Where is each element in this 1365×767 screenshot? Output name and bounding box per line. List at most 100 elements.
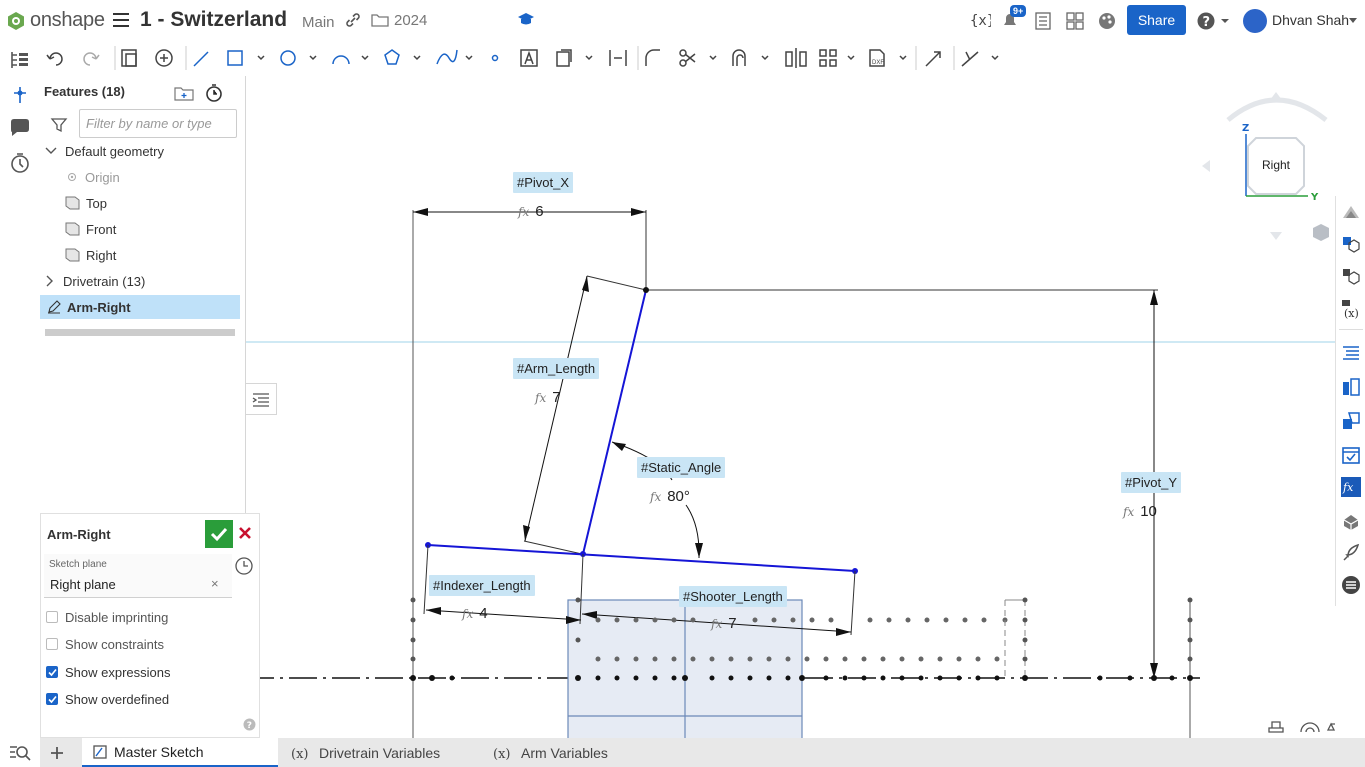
tasks-calendar-icon[interactable] bbox=[1340, 444, 1362, 466]
feature-list-icon[interactable] bbox=[8, 48, 32, 72]
learning-center-icon[interactable] bbox=[517, 11, 535, 27]
tree-item-default-geometry[interactable]: Default geometry bbox=[40, 139, 240, 163]
user-menu-chevron-icon[interactable] bbox=[1348, 17, 1358, 25]
avatar[interactable] bbox=[1243, 9, 1267, 33]
tree-item-drivetrain-folder[interactable]: Drivetrain (13) bbox=[40, 269, 240, 293]
option-show-overdefined[interactable]: Show overdefined bbox=[46, 690, 169, 708]
tree-item-arm-right[interactable]: Arm-Right bbox=[40, 295, 240, 319]
insert-part-icon[interactable] bbox=[8, 83, 32, 107]
branch-name[interactable]: Main bbox=[302, 14, 335, 31]
dim-indexer-length-value[interactable]: fx 4 bbox=[462, 605, 488, 622]
sketch-plane-field[interactable]: Sketch plane Right plane × bbox=[44, 554, 232, 598]
variable-table-icon[interactable]: (x) bbox=[1340, 298, 1362, 320]
simulation-icon[interactable] bbox=[1340, 542, 1362, 564]
text-tool-icon[interactable] bbox=[520, 49, 538, 67]
dim-pivot-y-value[interactable]: fx 10 bbox=[1123, 503, 1157, 520]
release-icon[interactable] bbox=[1340, 410, 1362, 432]
dim-pivot-y-label[interactable]: #Pivot_Y bbox=[1121, 472, 1182, 493]
history-icon[interactable] bbox=[8, 151, 32, 175]
tab-arm-variables[interactable]: (x) Arm Variables bbox=[483, 738, 681, 767]
midpoint-tool-icon[interactable] bbox=[609, 50, 627, 66]
variables-icon[interactable]: {x} bbox=[969, 11, 991, 29]
cancel-button[interactable] bbox=[237, 525, 253, 541]
comments-icon[interactable] bbox=[8, 116, 32, 140]
tab-drivetrain-variables[interactable]: (x) Drivetrain Variables bbox=[281, 738, 479, 767]
point-tool-icon[interactable] bbox=[491, 54, 499, 62]
transform-tool-icon[interactable] bbox=[925, 51, 941, 67]
fillet-tool-icon[interactable] bbox=[645, 49, 660, 66]
dim-shooter-length-value[interactable]: fx 7 bbox=[711, 615, 737, 632]
checkbox[interactable] bbox=[46, 611, 58, 623]
folder-icon[interactable] bbox=[371, 12, 389, 28]
parts-icon[interactable] bbox=[1340, 234, 1362, 256]
feature-scripts-icon[interactable] bbox=[1340, 574, 1362, 596]
add-tab-icon[interactable] bbox=[49, 745, 65, 761]
chevron-right-icon[interactable] bbox=[46, 275, 54, 287]
tree-item-front[interactable]: Front bbox=[40, 217, 240, 241]
folder-name[interactable]: 2024 bbox=[394, 12, 427, 29]
use-icon[interactable] bbox=[121, 49, 137, 67]
app-store-icon[interactable] bbox=[1065, 11, 1085, 31]
trim-tool-icon[interactable] bbox=[679, 49, 717, 67]
filter-input[interactable]: Filter by name or type bbox=[79, 109, 237, 138]
document-title[interactable]: 1 - Switzerland bbox=[140, 8, 287, 32]
offset-tool-icon[interactable] bbox=[732, 49, 769, 66]
view-normal-icon[interactable] bbox=[234, 556, 254, 576]
main-menu-icon[interactable] bbox=[113, 13, 129, 27]
mirror-tool-icon[interactable] bbox=[785, 48, 807, 68]
feature-list-scrollbar[interactable] bbox=[45, 329, 235, 336]
rollback-timer-icon[interactable] bbox=[205, 84, 223, 102]
share-button[interactable]: Share bbox=[1127, 5, 1186, 35]
checkbox-checked[interactable] bbox=[46, 666, 58, 678]
dim-arm-length-value[interactable]: fx 7 bbox=[535, 389, 561, 406]
dim-arm-length-label[interactable]: #Arm_Length bbox=[513, 358, 600, 379]
onshape-logo[interactable]: onshape bbox=[6, 9, 105, 32]
render-studio-icon[interactable] bbox=[1097, 11, 1117, 31]
appearance-icon[interactable] bbox=[1340, 202, 1362, 224]
collapse-panel-tab[interactable] bbox=[246, 383, 277, 415]
construction-tool-icon[interactable] bbox=[556, 49, 593, 67]
tab-master-sketch[interactable]: Master Sketch bbox=[82, 738, 278, 767]
checkbox[interactable] bbox=[46, 638, 58, 650]
dimension-tool-icon[interactable] bbox=[961, 51, 999, 67]
line-tool-icon[interactable] bbox=[193, 51, 209, 67]
add-folder-icon[interactable] bbox=[174, 85, 194, 101]
instances-icon[interactable] bbox=[1340, 266, 1362, 288]
help-icon[interactable]: ? bbox=[243, 718, 256, 731]
dim-pivot-x-value[interactable]: fx 6 bbox=[518, 203, 544, 220]
view-tools-icons[interactable] bbox=[1267, 716, 1335, 736]
view-options-icon[interactable] bbox=[1313, 224, 1329, 241]
tree-item-origin[interactable]: Origin bbox=[40, 165, 240, 189]
bom-icon[interactable] bbox=[1340, 376, 1362, 398]
chevron-down-icon[interactable] bbox=[45, 147, 57, 155]
dim-shooter-length-label[interactable]: #Shooter_Length bbox=[679, 586, 787, 607]
search-tools-icon[interactable] bbox=[8, 740, 32, 764]
pattern-tool-icon[interactable] bbox=[819, 49, 855, 67]
circle-tool-icon[interactable] bbox=[280, 50, 317, 66]
view-cube-face-label[interactable]: Right bbox=[1262, 158, 1290, 172]
option-disable-imprinting[interactable]: Disable imprinting bbox=[46, 608, 168, 626]
user-name[interactable]: Dhvan Shah bbox=[1272, 12, 1349, 28]
mass-properties-icon[interactable] bbox=[1340, 510, 1362, 532]
polygon-tool-icon[interactable] bbox=[384, 49, 421, 65]
filter-icon[interactable] bbox=[50, 116, 68, 134]
spline-tool-icon[interactable] bbox=[436, 49, 473, 65]
dxf-import-icon[interactable]: DXF bbox=[869, 49, 907, 67]
variable-studio-icon[interactable]: fx bbox=[1340, 476, 1362, 498]
arc-tool-icon[interactable] bbox=[332, 55, 369, 65]
checkbox-checked[interactable] bbox=[46, 693, 58, 705]
tasks-icon[interactable] bbox=[1034, 12, 1052, 30]
properties-icon[interactable] bbox=[1340, 342, 1362, 364]
option-show-constraints[interactable]: Show constraints bbox=[46, 635, 164, 653]
clear-plane-icon[interactable]: × bbox=[211, 576, 219, 591]
dim-indexer-length-label[interactable]: #Indexer_Length bbox=[429, 575, 535, 596]
undo-icon[interactable] bbox=[46, 52, 63, 66]
accept-button[interactable] bbox=[205, 520, 233, 548]
rectangle-tool-icon[interactable] bbox=[227, 50, 265, 66]
redo-icon[interactable] bbox=[83, 52, 100, 66]
dim-static-angle-label[interactable]: #Static_Angle bbox=[637, 457, 726, 478]
dim-static-angle-value[interactable]: fx 80° bbox=[650, 488, 690, 505]
option-show-expressions[interactable]: Show expressions bbox=[46, 663, 171, 681]
intersection-icon[interactable] bbox=[155, 49, 173, 67]
tree-item-top[interactable]: Top bbox=[40, 191, 240, 215]
